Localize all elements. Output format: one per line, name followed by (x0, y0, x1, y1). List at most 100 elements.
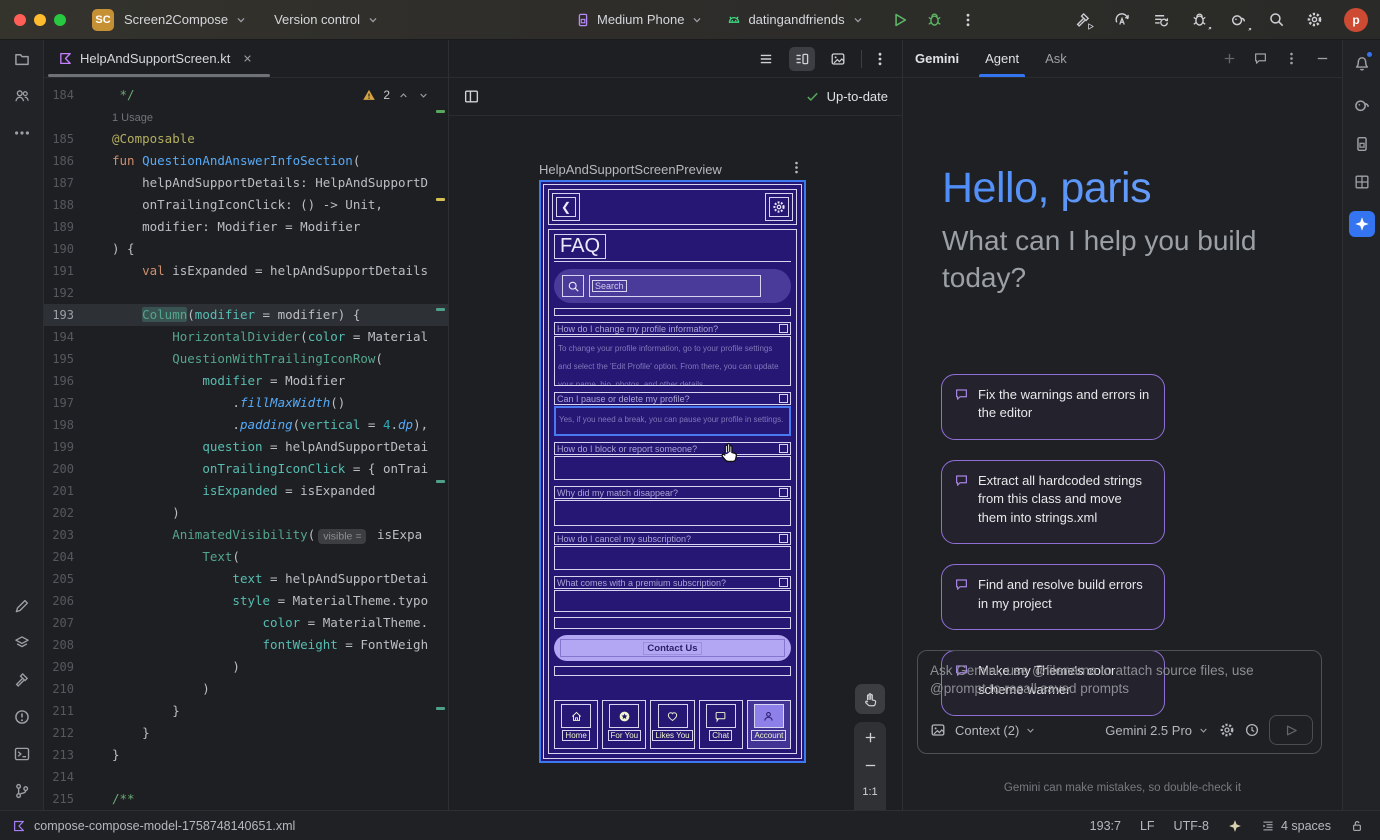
faq-answer-box[interactable] (554, 500, 791, 526)
code-line[interactable]: 191 val isExpanded = helpAndSupportDetai… (44, 260, 448, 282)
code-line[interactable]: 208 fontWeight = FontWeigh (44, 634, 448, 656)
hide-panel-icon[interactable] (1315, 51, 1330, 66)
nav-item-for-you[interactable]: For You (602, 700, 646, 749)
close-window-button[interactable] (14, 14, 26, 26)
suggestion-card[interactable]: Fix the warnings and errors in the edito… (941, 374, 1165, 440)
code-line[interactable]: 206 style = MaterialTheme.typo (44, 590, 448, 612)
usage-inlay-row[interactable]: 1 Usage (44, 106, 448, 128)
code-line[interactable]: 198 .padding(vertical = 4.dp), (44, 414, 448, 436)
faq-question-row[interactable]: Can I pause or delete my profile? (554, 392, 791, 405)
code-line[interactable]: 188 onTrailingIconClick: () -> Unit, (44, 194, 448, 216)
preview-layout-icon[interactable] (463, 88, 480, 105)
ai-code-review-icon[interactable] (1113, 11, 1131, 29)
code-line[interactable]: 215/** (44, 788, 448, 810)
faq-answer-box[interactable]: To change your profile information, go t… (554, 336, 791, 386)
code-line[interactable]: 204 Text( (44, 546, 448, 568)
notifications-button[interactable] (1349, 50, 1375, 76)
code-editor[interactable]: 184 */1 Usage185@Composable186fun Questi… (44, 78, 448, 810)
code-line[interactable]: 187 helpAndSupportDetails: HelpAndSuppor… (44, 172, 448, 194)
pan-tool-button[interactable] (855, 684, 885, 714)
highlight-stripe-mark[interactable] (436, 707, 445, 710)
editor-tab[interactable]: HelpAndSupportScreen.kt (44, 40, 266, 77)
code-line[interactable]: 186fun QuestionAndAnswerInfoSection( (44, 150, 448, 172)
code-line[interactable]: 189 modifier: Modifier = Modifier (44, 216, 448, 238)
device-selector[interactable]: Medium Phone (575, 12, 704, 28)
resource-manager-icon[interactable] (13, 634, 31, 652)
warning-stripe-mark[interactable] (436, 198, 445, 201)
indent-setting[interactable]: 4 spaces (1261, 819, 1331, 833)
expand-toggle-icon[interactable] (779, 324, 788, 333)
layout-inspector-icon[interactable] (1353, 173, 1371, 191)
nav-item-account[interactable]: Account (747, 700, 791, 749)
prev-warning-icon[interactable] (397, 89, 410, 102)
profiler-button[interactable] (1191, 11, 1208, 28)
gemini-settings-icon[interactable] (1219, 722, 1235, 738)
more-actions-icon[interactable] (960, 12, 976, 28)
nav-item-home[interactable]: Home (554, 700, 598, 749)
new-chat-icon[interactable] (1222, 51, 1237, 66)
back-button[interactable]: ❮ (552, 193, 580, 221)
phone-preview-frame[interactable]: ❮ FAQ Search (539, 180, 806, 763)
code-line[interactable]: 209 ) (44, 656, 448, 678)
project-tool-icon[interactable] (13, 50, 31, 68)
file-encoding[interactable]: UTF-8 (1174, 819, 1209, 833)
faq-answer-box[interactable] (554, 546, 791, 570)
faq-question-row[interactable]: What comes with a premium subscription? (554, 576, 791, 589)
highlight-stripe-mark[interactable] (436, 308, 445, 311)
run-button[interactable] (891, 11, 909, 29)
attach-image-icon[interactable] (930, 722, 946, 738)
preview-options-icon[interactable] (872, 51, 888, 67)
build-tool-icon[interactable] (13, 671, 31, 689)
gradle-sync-button[interactable] (1229, 11, 1247, 29)
contact-us-button[interactable]: Contact Us (554, 635, 791, 661)
code-line[interactable]: 207 color = MaterialTheme. (44, 612, 448, 634)
caret-position[interactable]: 193:7 (1090, 819, 1121, 833)
code-line[interactable]: 202 ) (44, 502, 448, 524)
code-line[interactable]: 196 modifier = Modifier (44, 370, 448, 392)
version-control-menu[interactable]: Version control (274, 12, 380, 27)
code-line[interactable]: 212 } (44, 722, 448, 744)
local-history-icon[interactable] (1152, 11, 1170, 29)
search-input[interactable]: Search (589, 275, 761, 297)
code-line[interactable]: 214 (44, 766, 448, 788)
ai-sparkle-icon[interactable] (1228, 819, 1242, 833)
nav-item-chat[interactable]: Chat (699, 700, 743, 749)
usage-count-hint[interactable]: 1 Usage (112, 112, 153, 124)
edit-tool-icon[interactable] (13, 597, 31, 615)
code-line[interactable]: 193 Column(modifier = modifier) { (44, 304, 448, 326)
chat-history-icon[interactable] (1253, 51, 1268, 66)
code-line[interactable]: 199 question = helpAndSupportDetai (44, 436, 448, 458)
code-line[interactable]: 201 isExpanded = isExpanded (44, 480, 448, 502)
faq-question-row[interactable]: How do I block or report someone? (554, 442, 791, 455)
faq-answer-box[interactable] (554, 590, 791, 612)
expand-toggle-icon[interactable] (779, 534, 788, 543)
build-button[interactable] (1074, 11, 1092, 29)
code-line[interactable]: 194 HorizontalDivider(color = Material (44, 326, 448, 348)
code-line[interactable]: 200 onTrailingIconClick = { onTrai (44, 458, 448, 480)
inspection-widget[interactable]: 2 (362, 88, 430, 102)
faq-answer-box[interactable] (554, 456, 791, 480)
close-tab-icon[interactable] (241, 52, 254, 65)
settings-gear-icon[interactable] (1306, 11, 1323, 28)
expand-toggle-icon[interactable] (779, 394, 788, 403)
settings-button[interactable] (765, 193, 793, 221)
expand-toggle-icon[interactable] (779, 444, 788, 453)
code-line[interactable]: 195 QuestionWithTrailingIconRow( (44, 348, 448, 370)
device-manager-icon[interactable] (1353, 135, 1371, 153)
expand-toggle-icon[interactable] (779, 578, 788, 587)
zoom-actual-size-button[interactable]: 1:1 (862, 786, 877, 798)
unlocked-icon[interactable] (1350, 819, 1364, 833)
next-warning-icon[interactable] (417, 89, 430, 102)
version-control-tool-icon[interactable] (13, 782, 31, 800)
faq-question-row[interactable]: How do I change my profile information? (554, 322, 791, 335)
expand-toggle-icon[interactable] (779, 488, 788, 497)
tab-agent[interactable]: Agent (985, 40, 1019, 77)
debug-button[interactable] (926, 11, 943, 28)
code-line[interactable]: 192 (44, 282, 448, 304)
search-bar[interactable]: Search (554, 269, 791, 303)
suggestion-card[interactable]: Extract all hardcoded strings from this … (941, 460, 1165, 544)
faq-question-row[interactable]: Why did my match disappear? (554, 486, 791, 499)
code-line[interactable]: 210 ) (44, 678, 448, 700)
status-file[interactable]: compose-compose-model-1758748140651.xml (12, 819, 295, 833)
panel-options-icon[interactable] (1284, 51, 1299, 66)
